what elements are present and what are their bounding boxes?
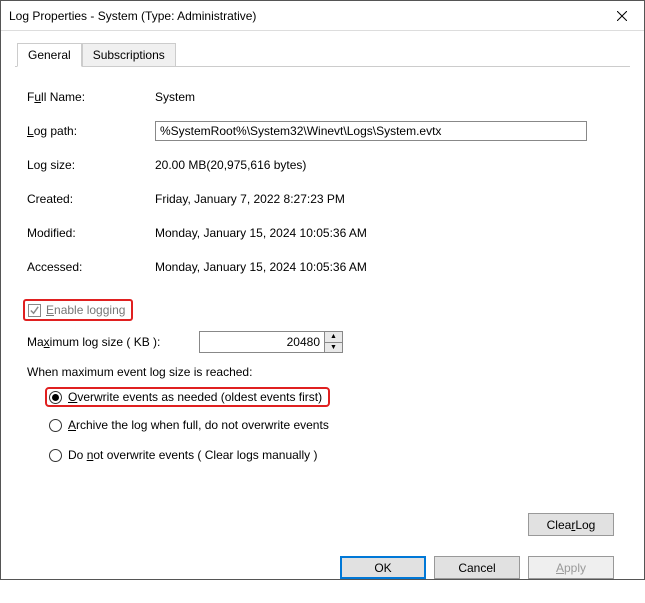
radio-archive-label: Archive the log when full, do not overwr… [68, 418, 329, 432]
spinner-up-icon[interactable]: ▲ [325, 332, 342, 342]
radio-donot[interactable]: Do not overwrite events ( Clear logs man… [49, 445, 618, 465]
tab-subscriptions[interactable]: Subscriptions [82, 43, 176, 66]
created-label: Created: [27, 192, 155, 206]
enable-logging-checkbox[interactable] [28, 304, 41, 317]
enable-logging-highlight: Enable logging [23, 299, 133, 321]
log-size-label: Log size: [27, 158, 155, 172]
apply-button[interactable]: Apply [528, 556, 614, 579]
radio-donot-icon [49, 449, 62, 462]
accessed-label: Accessed: [27, 260, 155, 274]
max-size-spinner[interactable]: ▲ ▼ [199, 331, 343, 353]
when-max-reached-label: When maximum event log size is reached: [27, 365, 618, 379]
max-size-row: Maximum log size ( KB ): ▲ ▼ [27, 331, 618, 353]
row-full-name: Full Name: System [27, 87, 618, 107]
row-modified: Modified: Monday, January 15, 2024 10:05… [27, 223, 618, 243]
log-path-input[interactable] [155, 121, 587, 141]
radio-archive[interactable]: Archive the log when full, do not overwr… [49, 415, 618, 435]
log-path-label: Log path: [27, 124, 155, 138]
full-name-value: System [155, 90, 618, 104]
spinner-down-icon[interactable]: ▼ [325, 342, 342, 353]
log-size-value: 20.00 MB(20,975,616 bytes) [155, 158, 618, 172]
radio-overwrite-label: Overwrite events as needed (oldest event… [68, 390, 322, 404]
radio-donot-label: Do not overwrite events ( Clear logs man… [68, 448, 317, 462]
ok-button[interactable]: OK [340, 556, 426, 579]
radio-overwrite[interactable]: Overwrite events as needed (oldest event… [45, 387, 330, 407]
row-log-size: Log size: 20.00 MB(20,975,616 bytes) [27, 155, 618, 175]
accessed-value: Monday, January 15, 2024 10:05:36 AM [155, 260, 618, 274]
clear-log-button[interactable]: Clear Log [528, 513, 614, 536]
tab-general[interactable]: General [17, 43, 82, 67]
clear-log-row: Clear Log [27, 513, 618, 536]
row-log-path: Log path: [27, 121, 618, 141]
cancel-button[interactable]: Cancel [434, 556, 520, 579]
radio-archive-icon [49, 419, 62, 432]
titlebar: Log Properties - System (Type: Administr… [1, 1, 644, 31]
enable-logging-label: Enable logging [46, 303, 125, 317]
tab-panel-general: Full Name: System Log path: Log size: 20… [15, 67, 630, 546]
window-title: Log Properties - System (Type: Administr… [9, 9, 599, 23]
full-name-label: Full Name: [27, 90, 155, 104]
modified-label: Modified: [27, 226, 155, 240]
log-path-value-wrap [155, 121, 618, 141]
dialog-window: Log Properties - System (Type: Administr… [0, 0, 645, 580]
max-size-input[interactable] [200, 332, 324, 352]
tab-strip: General Subscriptions [15, 43, 630, 67]
close-icon[interactable] [599, 1, 644, 31]
dialog-footer: OK Cancel Apply [15, 546, 630, 593]
modified-value: Monday, January 15, 2024 10:05:36 AM [155, 226, 618, 240]
radio-overwrite-icon [49, 391, 62, 404]
enable-logging-row: Enable logging [23, 299, 618, 321]
row-created: Created: Friday, January 7, 2022 8:27:23… [27, 189, 618, 209]
created-value: Friday, January 7, 2022 8:27:23 PM [155, 192, 618, 206]
spinner-arrows: ▲ ▼ [324, 332, 342, 352]
dialog-content: General Subscriptions Full Name: System … [1, 31, 644, 603]
row-accessed: Accessed: Monday, January 15, 2024 10:05… [27, 257, 618, 277]
max-size-label: Maximum log size ( KB ): [27, 335, 197, 349]
